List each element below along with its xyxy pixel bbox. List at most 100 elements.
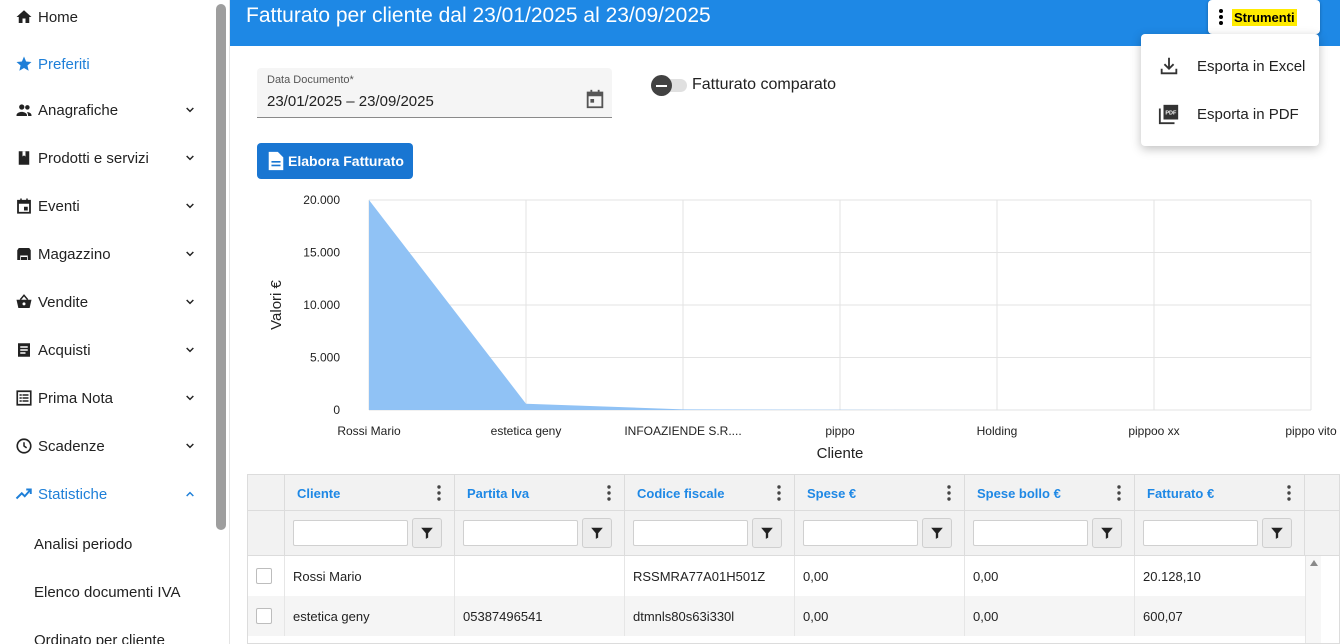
x-tick-label: pippo [825,424,855,438]
calendar-icon[interactable] [584,88,606,110]
sidebar-item-prodotti[interactable]: Prodotti e servizi [0,134,214,182]
sidebar-item-vendite[interactable]: Vendite [0,278,214,326]
chevron-down-icon[interactable] [182,150,198,166]
column-menu-icon[interactable] [1116,485,1122,501]
sidebar-item-acquisti[interactable]: Acquisti [0,326,214,374]
column-menu-icon[interactable] [776,485,782,501]
sidebar-item-scadenze[interactable]: Scadenze [0,422,214,470]
date-range-field[interactable]: Data Documento* 23/01/2025 – 23/09/2025 [257,68,612,118]
people-icon [15,101,33,119]
filter-input-fatturato[interactable] [1143,520,1258,546]
menu-item-label: Esporta in PDF [1197,105,1299,123]
sidebar-subitem-elenco-documenti-iva[interactable]: Elenco documenti IVA [0,568,214,616]
filter-icon [591,527,603,539]
chevron-down-icon[interactable] [182,438,198,454]
filter-cell-spese [794,511,964,556]
filter-icon [931,527,943,539]
row-checkbox[interactable] [256,608,272,624]
filter-button[interactable] [1262,518,1292,548]
column-menu-icon[interactable] [946,485,952,501]
sidebar-item-label: Statistiche [38,485,108,503]
comparison-toggle[interactable] [651,75,689,96]
chevron-down-icon[interactable] [182,390,198,406]
filter-input-partita-iva[interactable] [463,520,578,546]
filter-button[interactable] [1092,518,1122,548]
sidebar-subitem-ordinato-per-cliente[interactable]: Ordinato per cliente [0,616,214,644]
chevron-down-icon[interactable] [182,294,198,310]
column-header-spese[interactable]: Spese € [794,475,964,511]
filter-cell-extra [1304,511,1339,556]
column-header-spese-bollo[interactable]: Spese bollo € [964,475,1134,511]
toggle-thumb [651,75,672,96]
chevron-down-icon[interactable] [182,102,198,118]
filter-icon [1101,527,1113,539]
filter-icon [421,527,433,539]
sidebar-item-eventi[interactable]: Eventi [0,182,214,230]
sidebar-item-label: Home [38,8,79,26]
filter-input-codice-fiscale[interactable] [633,520,748,546]
column-menu-icon[interactable] [606,485,612,501]
column-menu-icon[interactable] [436,485,442,501]
sidebar: Home Preferiti Anagrafiche Prodotti e se… [0,0,230,644]
filter-button[interactable] [922,518,952,548]
filter-icon [761,527,773,539]
y-tick-label: 20.000 [303,193,340,207]
sidebar-item-home[interactable]: Home [0,0,214,41]
x-tick-label: pippoo xx [1128,424,1179,438]
chevron-down-icon[interactable] [182,342,198,358]
warehouse-icon [15,245,33,263]
date-field-label: Data Documento* [267,74,354,86]
sidebar-item-anagrafiche[interactable]: Anagrafiche [0,86,214,134]
sidebar-item-label: Eventi [38,197,80,215]
sidebar-item-preferiti[interactable]: Preferiti [0,40,214,88]
sidebar-scrollbar[interactable] [216,4,226,530]
sidebar-item-prima-nota[interactable]: Prima Nota [0,374,214,422]
table-row[interactable]: estetica geny 05387496541 dtmnls80s63i33… [248,596,1305,636]
sidebar-item-statistiche[interactable]: Statistiche [0,470,214,518]
filter-cell-fatturato [1134,511,1304,556]
column-label: Spese bollo € [977,485,1061,501]
filter-input-spese-bollo[interactable] [973,520,1088,546]
x-axis-title: Cliente [817,445,864,462]
tools-button[interactable]: Strumenti [1208,0,1320,34]
column-header-fatturato[interactable]: Fatturato € [1134,475,1304,511]
sidebar-item-label: Preferiti [38,55,90,73]
clock-icon [15,437,33,455]
revenue-chart: 0 5.000 10.000 15.000 20.000 Rossi Mario estet… [268,193,1337,462]
sidebar-item-magazzino[interactable]: Magazzino [0,230,214,278]
filter-input-cliente[interactable] [293,520,408,546]
chevron-down-icon[interactable] [182,198,198,214]
row-checkbox[interactable] [256,568,272,584]
x-tick-label: Holding [977,424,1018,438]
column-header-partita-iva[interactable]: Partita Iva [454,475,624,511]
tools-label: Strumenti [1232,8,1297,26]
column-label: Spese € [807,485,857,501]
column-header-codice-fiscale[interactable]: Codice fiscale [624,475,794,511]
elabora-button[interactable]: Elabora Fatturato [257,143,413,179]
grid-filter-row [248,511,1339,556]
grid-scrollbar[interactable] [1305,556,1321,643]
column-menu-icon[interactable] [1286,485,1292,501]
sidebar-item-label: Anagrafiche [38,101,119,119]
filter-button[interactable] [412,518,442,548]
table-row[interactable]: Rossi Mario RSSMRA77A01H501Z 0,00 0,00 2… [248,556,1305,596]
tools-menu: Esporta in Excel PDF Esporta in PDF [1141,34,1319,146]
column-header-cliente[interactable]: Cliente [284,475,454,511]
date-field-value[interactable]: 23/01/2025 – 23/09/2025 [267,93,434,110]
y-tick-label: 0 [333,403,340,417]
grid-header-row: Cliente Partita Iva Codice fiscale Spese… [248,475,1339,511]
page-title: Fatturato per cliente dal 23/01/2025 al … [246,4,711,27]
scroll-up-arrow-icon[interactable] [1310,560,1318,566]
menu-item-export-pdf[interactable]: PDF Esporta in PDF [1141,90,1319,138]
cell-fatturato: 20.128,10 [1134,556,1305,596]
sidebar-subitem-analisi-periodo[interactable]: Analisi periodo [0,520,214,568]
document-icon [267,151,285,171]
chevron-down-icon[interactable] [182,246,198,262]
y-tick-label: 15.000 [303,246,340,260]
chevron-up-icon[interactable] [182,486,198,502]
filter-button[interactable] [582,518,612,548]
filter-button[interactable] [752,518,782,548]
menu-item-export-excel[interactable]: Esporta in Excel [1141,42,1319,90]
comparison-toggle-label: Fatturato comparato [692,76,837,93]
filter-input-spese[interactable] [803,520,918,546]
